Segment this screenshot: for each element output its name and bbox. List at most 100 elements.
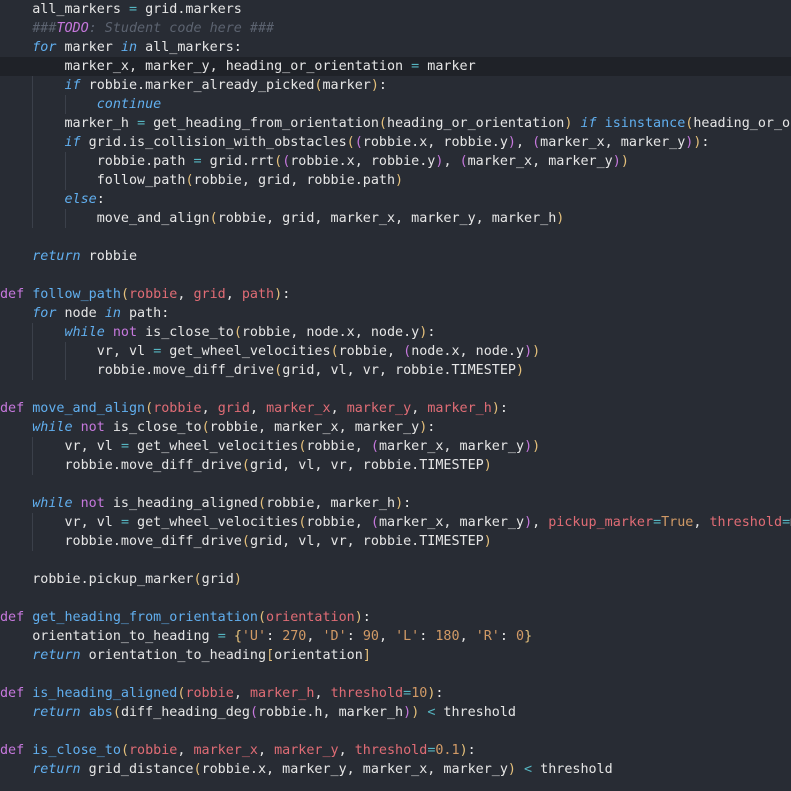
code-line[interactable]: if robbie.marker_already_picked(marker): (0, 76, 791, 95)
code-line[interactable]: robbie.pickup_marker(grid) (0, 570, 791, 589)
code-token: ( (193, 762, 202, 777)
code-line[interactable]: else: (0, 190, 791, 209)
code-token: robbie.pickup_marker (32, 572, 194, 587)
code-token: , (306, 629, 323, 644)
code-token: robbie.path (96, 154, 194, 169)
code-line[interactable] (0, 665, 791, 684)
code-line[interactable]: def follow_path(robbie, grid, path): (0, 285, 791, 304)
code-token: marker_x, marker_y, heading_or_orientati… (64, 59, 412, 74)
code-line[interactable]: follow_path(robbie, grid, robbie.path) (0, 171, 791, 190)
code-token: orientation_to_heading (32, 629, 218, 644)
code-token: ( (274, 363, 283, 378)
code-token: ( (249, 705, 258, 720)
code-line[interactable]: robbie.path = grid.rrt((robbie.x, robbie… (0, 152, 791, 171)
code-line[interactable] (0, 228, 791, 247)
code-token: robbie.move_diff_drive (64, 534, 242, 549)
code-token: : Student code here ### (88, 21, 275, 36)
code-line[interactable]: if grid.is_collision_with_obstacles((rob… (0, 133, 791, 152)
code-editor[interactable]: all_markers = grid.markers ###TODO: Stud… (0, 0, 791, 791)
code-line[interactable]: move_and_align(robbie, grid, marker_x, m… (0, 209, 791, 228)
code-token: threshold (532, 762, 613, 777)
code-line[interactable]: vr, vl = get_wheel_velocities(robbie, (n… (0, 342, 791, 361)
code-token: 'U' (241, 629, 267, 644)
code-line[interactable]: while not is_close_to(robbie, node.x, no… (0, 323, 791, 342)
code-line[interactable] (0, 475, 791, 494)
code-line[interactable] (0, 589, 791, 608)
code-token: , (233, 686, 250, 701)
code-line[interactable]: ###TODO: Student code here ### (0, 19, 791, 38)
code-token: while (32, 420, 73, 435)
code-line[interactable]: while not is_close_to(robbie, marker_x, … (0, 418, 791, 437)
code-line[interactable]: def is_heading_aligned(robbie, marker_h,… (0, 684, 791, 703)
code-token: is_heading_aligned (32, 686, 178, 701)
code-token: ( (185, 173, 194, 188)
code-token: return (32, 249, 81, 264)
code-token: , (330, 401, 347, 416)
code-line[interactable]: return grid_distance(robbie.x, marker_y,… (0, 760, 791, 779)
code-token: : (362, 610, 371, 625)
code-token: return (32, 762, 81, 777)
code-token: grid, vl, vr, robbie.TIMESTEP (282, 363, 516, 378)
code-line[interactable]: def move_and_align(robbie, grid, marker_… (0, 399, 791, 418)
code-line[interactable]: marker_h = get_heading_from_orientation(… (0, 114, 791, 133)
code-token: ( (209, 211, 218, 226)
code-line[interactable] (0, 722, 791, 741)
code-token: ( (403, 344, 412, 359)
code-token: ) (459, 743, 468, 758)
code-token: threshold (435, 705, 516, 720)
code-line[interactable]: vr, vl = get_wheel_velocities(robbie, (m… (0, 437, 791, 456)
code-token: = (137, 116, 146, 131)
code-token: ( (370, 439, 379, 454)
code-line[interactable]: continue (0, 95, 791, 114)
code-token: ( (532, 135, 541, 150)
code-line[interactable]: robbie.move_diff_drive(grid, vl, vr, rob… (0, 456, 791, 475)
code-line[interactable]: return robbie (0, 247, 791, 266)
code-token: { (233, 629, 242, 644)
code-line[interactable]: return abs(diff_heading_deg(robbie.h, ma… (0, 703, 791, 722)
code-line[interactable]: def get_heading_from_orientation(orienta… (0, 608, 791, 627)
code-line[interactable]: robbie.move_diff_drive(grid, vl, vr, rob… (0, 532, 791, 551)
code-token: , (515, 135, 533, 150)
code-line[interactable]: while not is_heading_aligned(robbie, mar… (0, 494, 791, 513)
code-token: threshold (330, 686, 404, 701)
code-line[interactable]: return orientation_to_heading[orientatio… (0, 646, 791, 665)
code-line[interactable]: robbie.move_diff_drive(grid, vl, vr, rob… (0, 361, 791, 380)
code-token: ) (491, 401, 500, 416)
code-line[interactable]: for node in path: (0, 304, 791, 323)
code-token: ( (120, 287, 129, 302)
code-line[interactable]: all_markers = grid.markers (0, 0, 791, 19)
code-line[interactable]: def is_close_to(robbie, marker_x, marker… (0, 741, 791, 760)
code-token: grid.rrt (201, 154, 275, 169)
code-line[interactable]: marker_x, marker_y, heading_or_orientati… (0, 57, 791, 76)
code-token: : (701, 135, 710, 150)
code-token: grid (193, 287, 226, 302)
code-line[interactable]: orientation_to_heading = {'U': 270, 'D':… (0, 627, 791, 646)
code-line[interactable]: for marker in all_markers: (0, 38, 791, 57)
code-token: robbie, (338, 344, 404, 359)
code-token: , (378, 629, 396, 644)
code-line[interactable]: vr, vl = get_wheel_velocities(robbie, (m… (0, 513, 791, 532)
code-line[interactable] (0, 380, 791, 399)
code-token: robbie, node.x, node.y (241, 325, 420, 340)
code-line[interactable] (0, 266, 791, 285)
code-token: robbie, marker_h (266, 496, 396, 511)
code-token: : (427, 325, 436, 340)
code-token: else (64, 192, 97, 207)
code-token: = (120, 515, 129, 530)
code-token: vr, vl (64, 515, 121, 530)
code-line[interactable] (0, 551, 791, 570)
code-token: : (403, 496, 412, 511)
code-token: , (201, 401, 218, 416)
code-token: 0 (516, 629, 525, 644)
code-token: threshold (709, 515, 783, 530)
code-token: continue (96, 97, 162, 112)
